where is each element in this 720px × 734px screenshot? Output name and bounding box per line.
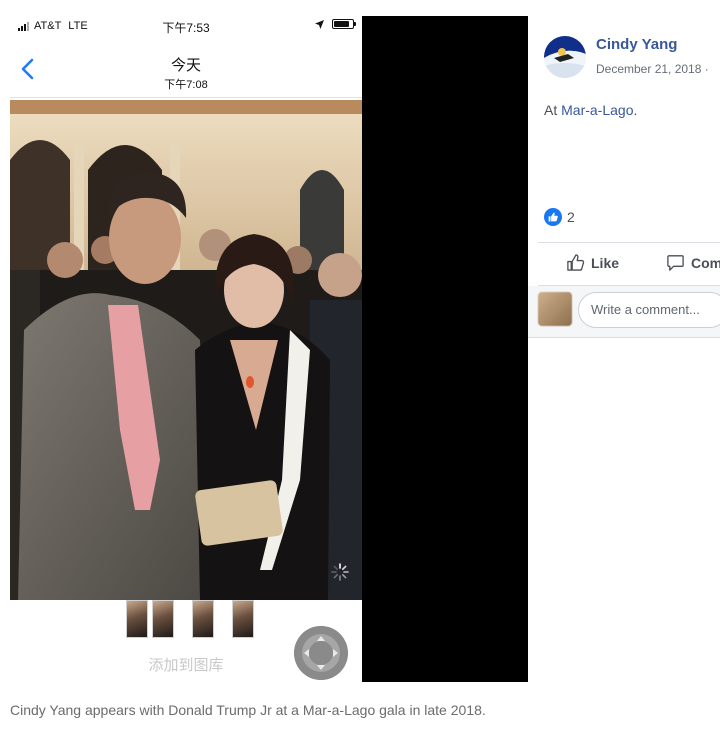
location-arrow-icon	[315, 20, 324, 29]
post-date[interactable]: December 21, 2018 ·	[596, 62, 709, 76]
thumbnail[interactable]	[192, 600, 214, 638]
like-button[interactable]: Like	[566, 253, 619, 272]
battery-icon	[332, 19, 354, 29]
post-text-prefix: At	[544, 102, 561, 118]
assistive-touch-icon[interactable]	[294, 626, 348, 680]
thumbnail[interactable]	[232, 600, 254, 638]
facebook-post: Cindy Yang December 21, 2018 · At Mar-a-…	[528, 16, 720, 682]
avatar[interactable]	[544, 36, 586, 78]
location-link[interactable]: Mar-a-Lago	[561, 102, 633, 118]
status-time: 下午7:53	[10, 19, 362, 36]
thumbnail-strip	[126, 600, 254, 638]
news-figure: AT&T LTE 下午7:53 今天 下午7:08	[0, 0, 720, 686]
comment-composer: Write a comment...	[528, 286, 720, 338]
comment-input[interactable]: Write a comment...	[578, 292, 720, 328]
post-text: At Mar-a-Lago.	[544, 102, 637, 118]
status-right	[315, 19, 354, 29]
thumbnail[interactable]	[126, 600, 148, 638]
comment-label: Comment	[691, 255, 720, 271]
header-title: 今天	[10, 54, 362, 75]
black-panel	[362, 16, 528, 682]
like-badge-icon	[544, 208, 562, 226]
comment-button[interactable]: Comment	[666, 253, 720, 272]
header-subtitle: 下午7:08	[10, 76, 362, 92]
reaction-summary[interactable]: 2	[544, 208, 575, 226]
thumbnail[interactable]	[152, 600, 174, 638]
comment-bubble-icon	[666, 253, 685, 272]
phone-screenshot: AT&T LTE 下午7:53 今天 下午7:08	[10, 16, 362, 682]
post-text-suffix: .	[634, 102, 638, 118]
commenter-avatar	[538, 292, 572, 326]
author-name[interactable]: Cindy Yang	[596, 36, 677, 53]
thumbs-up-icon	[566, 253, 585, 272]
like-label: Like	[591, 255, 619, 271]
gala-photo	[10, 100, 362, 600]
action-bar: Like Comment	[538, 242, 720, 286]
photo-viewer-header: 今天 下午7:08	[10, 36, 362, 98]
status-bar: AT&T LTE 下午7:53	[10, 16, 362, 36]
figure-caption: Cindy Yang appears with Donald Trump Jr …	[10, 702, 486, 718]
reaction-count: 2	[567, 209, 575, 225]
